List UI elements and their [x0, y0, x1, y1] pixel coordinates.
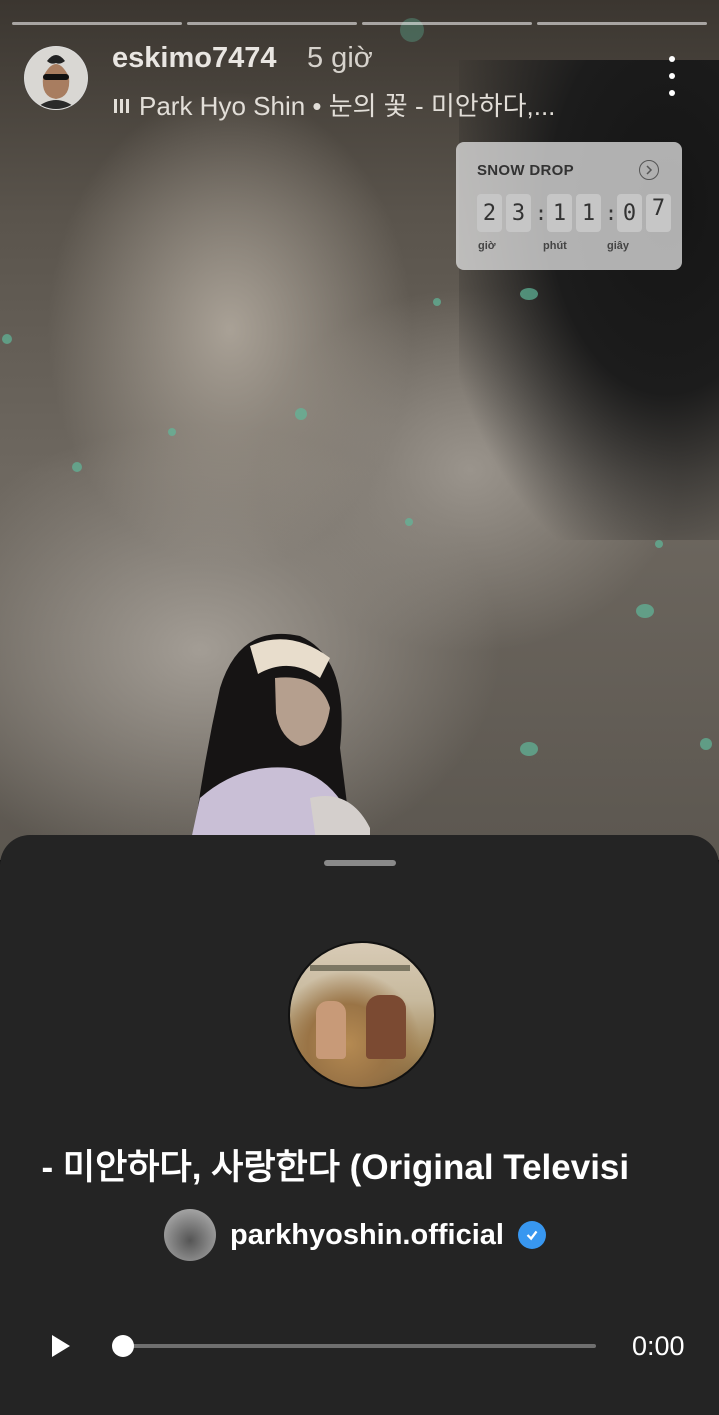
album-art-title-strip	[310, 965, 410, 971]
play-icon[interactable]	[50, 1333, 72, 1359]
story-progress-bar	[12, 22, 707, 25]
song-title: ¦ - 미안하다, 사랑한다 (Original Televisi	[30, 1139, 690, 1190]
countdown-digit: 0	[617, 194, 642, 232]
sheet-drag-handle[interactable]	[324, 860, 396, 866]
countdown-digit: 7	[646, 194, 671, 232]
playback-scrubber[interactable]	[112, 1335, 134, 1357]
snow-speck	[520, 288, 538, 300]
user-avatar[interactable]	[24, 46, 88, 110]
snow-speck	[655, 540, 663, 548]
artist-avatar[interactable]	[164, 1209, 216, 1261]
countdown-digits: 2 3 : 1 1 : 0 7	[477, 194, 671, 232]
story-music-link[interactable]: Park Hyo Shin • 눈의 꽃 - 미안하다,...	[114, 86, 555, 123]
snow-speck	[700, 738, 712, 750]
album-art-figure	[316, 1001, 346, 1059]
girl-figure	[186, 633, 370, 860]
snow-speck	[295, 408, 307, 420]
verified-badge-icon	[517, 1221, 546, 1249]
snow-speck	[2, 334, 12, 344]
countdown-digit: 1	[576, 194, 601, 232]
music-bottom-sheet: ¦ - 미안하다, 사랑한다 (Original Televisi parkhy…	[0, 835, 719, 1415]
avatar-image	[25, 47, 87, 109]
story-image	[0, 0, 719, 860]
playback-progress-track[interactable]	[122, 1344, 596, 1348]
story-username[interactable]: eskimo7474	[112, 42, 276, 75]
snow-speck	[405, 518, 413, 526]
countdown-separator: :	[535, 201, 548, 225]
artist-row[interactable]: parkhyoshin.official	[164, 1209, 546, 1261]
snow-speck	[433, 298, 441, 306]
countdown-label-minutes: phút	[543, 240, 567, 252]
album-art-figure	[366, 995, 406, 1059]
artist-name[interactable]: parkhyoshin.official	[230, 1219, 504, 1252]
story-progress-segment	[187, 22, 357, 25]
chevron-right-circle-icon[interactable]	[639, 160, 659, 180]
album-art[interactable]	[288, 941, 436, 1089]
music-line-label: Park Hyo Shin • 눈의 꽃 - 미안하다,...	[139, 91, 556, 121]
countdown-title: SNOW DROP	[477, 162, 574, 179]
bars-icon	[114, 97, 129, 113]
countdown-label-hours: giờ	[478, 240, 496, 252]
story-progress-segment	[12, 22, 182, 25]
countdown-separator: :	[605, 201, 618, 225]
cave-shadow	[459, 60, 719, 540]
story-progress-segment	[362, 22, 532, 25]
countdown-digit: 1	[547, 194, 572, 232]
countdown-sticker[interactable]: SNOW DROP 2 3 : 1 1 : 0 7 giờ phút giây	[456, 142, 682, 270]
snow-speck	[168, 428, 176, 436]
story-time: 5 giờ	[307, 42, 373, 74]
countdown-label-seconds: giây	[607, 240, 630, 252]
snow-speck	[72, 462, 82, 472]
more-vertical-icon[interactable]	[660, 56, 684, 96]
countdown-digit: 3	[506, 194, 531, 232]
song-title-text: ¦ - 미안하다, 사랑한다 (Original Televisi	[30, 1148, 630, 1187]
story-progress-segment	[537, 22, 707, 25]
playback-elapsed-time: 0:00	[632, 1331, 685, 1361]
snow-speck	[520, 742, 538, 756]
countdown-digit: 2	[477, 194, 502, 232]
snow-speck	[636, 604, 654, 618]
